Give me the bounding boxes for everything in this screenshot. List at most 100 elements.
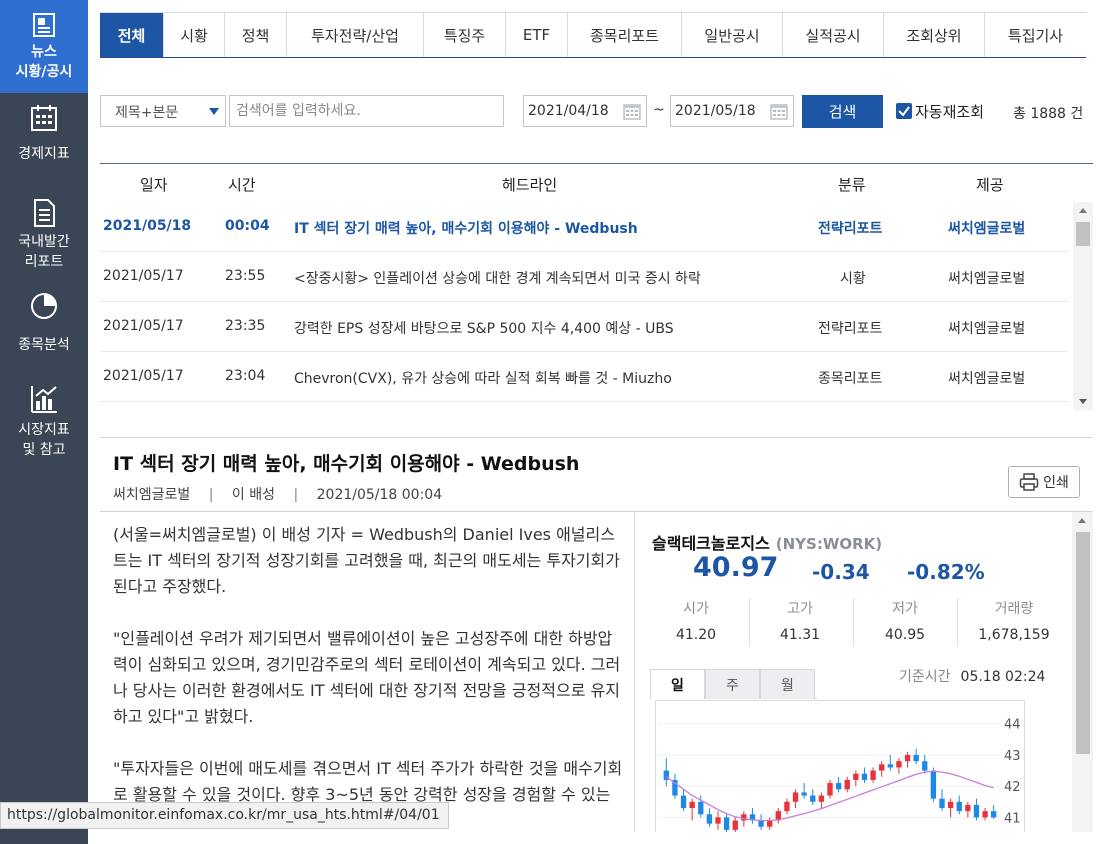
candle-body [698, 801, 704, 815]
tab-stock-reports[interactable]: 종목리포트 [568, 13, 682, 57]
candle-body [784, 801, 790, 812]
date-from-value: 2021/04/18 [528, 103, 609, 119]
tab-monthly[interactable]: 월 [760, 669, 815, 699]
auto-refresh-label[interactable]: 자동재조회 [915, 101, 984, 122]
row-time: 23:04 [225, 368, 266, 384]
scroll-up-icon[interactable] [1078, 518, 1086, 523]
scroll-down-icon[interactable] [1079, 399, 1087, 404]
row-category: 시황 [840, 271, 866, 287]
sidebar-item-news[interactable]: 뉴스 시황/공시 [0, 0, 88, 93]
list-body: 2021/05/18 00:04 IT 섹터 장기 매력 높아, 매수기회 이용… [100, 202, 1072, 410]
candle-body [818, 795, 825, 802]
candle-body [913, 754, 919, 762]
sidebar-label: 시장지표 [18, 422, 70, 438]
article-provider: 써치엠글로벌 [113, 487, 191, 503]
scroll-thumb[interactable] [1076, 222, 1090, 246]
row-provider: 써치엠글로벌 [948, 271, 1026, 287]
row-date: 2021/05/18 [103, 218, 192, 234]
date-from-field[interactable]: 2021/04/18 [523, 95, 647, 127]
row-headline: 강력한 EPS 성장세 바탕으로 S&P 500 지수 4,400 예상 - U… [294, 321, 674, 337]
tab-weekly[interactable]: 주 [705, 669, 760, 699]
sidebar-item-economic-indicators[interactable]: 경제지표 [0, 104, 88, 164]
candle-body [904, 754, 911, 762]
scroll-up-icon[interactable] [1079, 208, 1087, 213]
news-icon [33, 13, 55, 37]
stat-high: 고가 41.31 [750, 598, 850, 643]
divider [100, 511, 1093, 512]
calendar-icon[interactable] [623, 103, 641, 120]
stock-price: 40.97 [693, 552, 779, 583]
article-paragraph: "인플레이션 우려가 제기되면서 밸류에이션이 높은 고성장주에 대한 하방압력… [113, 629, 621, 726]
candle-body [887, 764, 893, 768]
row-date: 2021/05/17 [103, 368, 184, 384]
candle-body [723, 817, 730, 830]
calendar-icon[interactable] [770, 103, 788, 120]
tab-strategy[interactable]: 투자전략/산업 [287, 13, 424, 57]
stock-change-pct: -0.82% [907, 560, 985, 584]
document-icon [34, 199, 55, 227]
divider [634, 512, 635, 832]
sidebar-label: 국내발간 [18, 234, 70, 250]
calendar-grid-icon [31, 105, 57, 131]
table-row[interactable]: 2021/05/17 23:35 강력한 EPS 성장세 바탕으로 S&P 50… [100, 302, 1068, 352]
candle-body [991, 811, 997, 818]
stat-value: 41.20 [675, 627, 717, 643]
meta-separator: | [293, 487, 299, 503]
candle-body [982, 811, 988, 818]
tab-featured-stocks[interactable]: 특징주 [424, 13, 506, 57]
candle-body [870, 770, 876, 780]
print-label: 인쇄 [1043, 475, 1069, 491]
print-button[interactable]: 인쇄 [1008, 466, 1080, 498]
candle-body [896, 761, 902, 768]
table-row[interactable]: 2021/05/17 23:04 Chevron(CVX), 유가 상승에 따라… [100, 352, 1068, 402]
tab-general-disclosure[interactable]: 일반공시 [682, 13, 783, 57]
table-row[interactable]: 2021/05/17 23:55 <장중시황> 인플레이션 상승에 대한 경계 … [100, 252, 1068, 302]
stat-value: 1,678,159 [978, 627, 1050, 643]
auto-refresh-checkbox[interactable] [896, 103, 912, 119]
stat-value: 41.31 [779, 627, 821, 643]
table-row[interactable]: 2021/05/18 00:04 IT 섹터 장기 매력 높아, 매수기회 이용… [100, 202, 1068, 252]
tab-earnings-disclosure[interactable]: 실적공시 [783, 13, 884, 57]
row-headline: <장중시황> 인플레이션 상승에 대한 경계 계속되면서 미국 증시 하락 [294, 271, 701, 287]
search-field-select[interactable]: 제목+본문 [100, 95, 226, 127]
divider [100, 437, 1093, 438]
sidebar-item-market-indicators[interactable]: 시장지표 및 참고 [0, 384, 88, 460]
stat-label: 고가 [787, 601, 813, 617]
tab-all[interactable]: 전체 [100, 13, 164, 57]
search-input[interactable] [229, 95, 504, 127]
row-provider: 써치엠글로벌 [948, 321, 1026, 337]
category-tabs: 전체 시황 정책 투자전략/산업 특징주 ETF 종목리포트 일반공시 실적공시… [100, 12, 1086, 58]
sidebar-label: 경제지표 [18, 146, 70, 162]
scroll-thumb[interactable] [1076, 532, 1090, 754]
tab-policy[interactable]: 정책 [225, 13, 287, 57]
date-to-field[interactable]: 2021/05/18 [670, 95, 794, 127]
divider [957, 598, 958, 646]
candle-body [947, 801, 954, 809]
row-headline: IT 섹터 장기 매력 높아, 매수기회 이용해야 - Wedbush [294, 221, 638, 237]
candle-body [853, 773, 859, 780]
sidebar-item-domestic-reports[interactable]: 국내발간 리포트 [0, 198, 88, 272]
base-time-label: 기준시간 [899, 669, 951, 685]
tab-daily[interactable]: 일 [650, 669, 705, 699]
row-category: 전략리포트 [818, 221, 883, 237]
stock-code: (NYS:WORK) [775, 535, 883, 553]
candle-body [827, 783, 833, 796]
tab-top-viewed[interactable]: 조회상위 [884, 13, 985, 57]
sidebar-label: 및 참고 [22, 442, 66, 458]
base-time: 기준시간 05.18 02:24 [899, 666, 1045, 686]
candle-body [758, 820, 764, 827]
tab-etf[interactable]: ETF [506, 13, 568, 57]
article-body: (서울=써치엠글로벌) 이 배성 기자 = Wedbush의 Daniel Iv… [113, 522, 623, 832]
date-range-separator: ~ [653, 102, 665, 118]
tab-special[interactable]: 특집기사 [985, 13, 1086, 57]
article-scrollbar[interactable] [1072, 512, 1093, 832]
candle-body [792, 792, 799, 802]
sidebar-item-stock-analysis[interactable]: 종목분석 [0, 291, 88, 355]
stat-open: 시가 41.20 [646, 598, 746, 643]
search-button[interactable]: 검색 [802, 95, 883, 128]
meta-separator: | [208, 487, 214, 503]
search-bar: 제목+본문 2021/04/18 ~ 2021/05/18 검색 [100, 95, 1114, 128]
tab-market[interactable]: 시황 [164, 13, 225, 57]
list-scrollbar[interactable] [1073, 202, 1093, 410]
article-title: IT 섹터 장기 매력 높아, 매수기회 이용해야 - Wedbush [113, 453, 580, 475]
